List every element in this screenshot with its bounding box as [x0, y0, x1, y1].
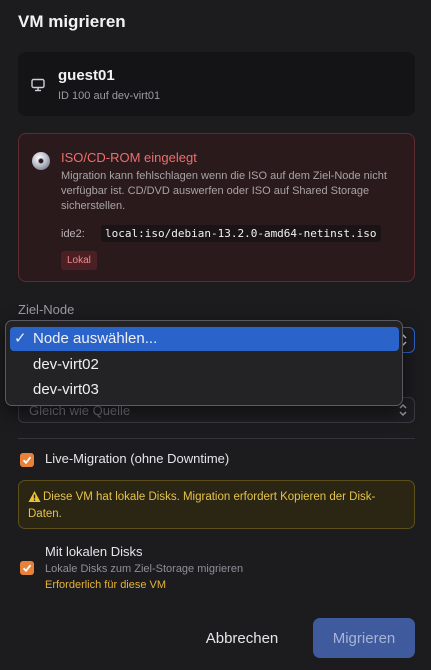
monitor-icon: [31, 78, 45, 97]
local-disks-required: Erforderlich für diese VM: [45, 579, 167, 591]
select-stepper-icon: [398, 403, 408, 422]
checkmark-icon: ✓: [14, 330, 27, 347]
target-node-dropdown: ✓ Node auswählen... dev-virt02 dev-virt0…: [5, 320, 403, 406]
local-disks-label[interactable]: Mit lokalen Disks: [45, 544, 143, 559]
iso-warning-box: ISO/CD-ROM eingelegt Migration kann fehl…: [18, 133, 415, 282]
migrate-dialog: VM migrieren guest01 ID 100 auf dev-virt…: [0, 0, 431, 670]
iso-warning-title: ISO/CD-ROM eingelegt: [61, 150, 197, 165]
node-option-dev-virt03[interactable]: dev-virt03: [10, 378, 399, 402]
divider: [18, 438, 415, 439]
local-disk-warning: Diese VM hat lokale Disks. Migration erf…: [18, 480, 415, 529]
storage-badge: Lokal: [61, 251, 97, 270]
local-disks-checkbox[interactable]: [20, 561, 34, 575]
vm-id-host: ID 100 auf dev-virt01: [58, 90, 161, 102]
dialog-title: VM migrieren: [18, 12, 126, 31]
iso-path: local:iso/debian-13.2.0-amd64-netinst.is…: [101, 225, 381, 242]
node-option-placeholder[interactable]: ✓ Node auswählen...: [10, 327, 399, 351]
iso-device-label: ide2:: [61, 228, 85, 240]
node-option-dev-virt02[interactable]: dev-virt02: [10, 353, 399, 377]
local-disk-warning-text: Diese VM hat lokale Disks. Migration erf…: [28, 491, 376, 520]
vm-name: guest01: [58, 67, 115, 84]
target-node-label: Ziel-Node: [18, 302, 75, 317]
live-migration-label[interactable]: Live-Migration (ohne Downtime): [45, 451, 229, 466]
local-disks-description: Lokale Disks zum Ziel-Storage migrieren: [45, 563, 244, 575]
iso-warning-text: Migration kann fehlschlagen wenn die ISO…: [61, 170, 387, 212]
vm-card: guest01 ID 100 auf dev-virt01: [18, 52, 415, 116]
checkmark-icon: [22, 456, 32, 465]
disc-icon: [31, 151, 51, 176]
checkmark-icon: [22, 564, 32, 573]
migrate-button[interactable]: Migrieren: [313, 618, 415, 658]
cancel-button[interactable]: Abbrechen: [187, 621, 297, 655]
live-migration-checkbox[interactable]: [20, 453, 34, 467]
